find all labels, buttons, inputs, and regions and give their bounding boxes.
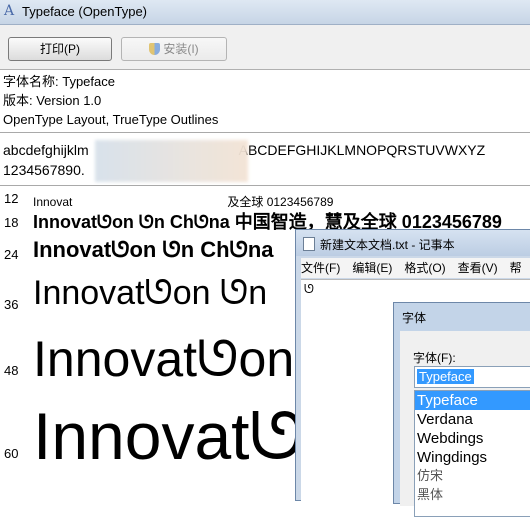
font-list[interactable]: Typeface Verdana Webdings Wingdings 仿宋 黑… xyxy=(414,390,530,517)
install-button-label: 安装(I) xyxy=(163,42,199,56)
shield-icon xyxy=(149,43,161,55)
sample-text-36: Innovatᘎon ᘎn xyxy=(33,274,268,312)
notepad-title-bar[interactable]: 新建文本文档.txt - 记事本 xyxy=(296,230,530,256)
divider xyxy=(0,132,530,133)
font-name: 字体名称: Typeface xyxy=(3,74,115,89)
size-label-36: 36 xyxy=(4,297,19,312)
notepad-title: 新建文本文档.txt - 记事本 xyxy=(320,238,455,252)
menu-format[interactable]: 格式(O) xyxy=(404,261,445,275)
sample-text-48: Innovatᘎon xyxy=(33,331,295,387)
title-bar: A Typeface (OpenType) xyxy=(0,0,530,25)
window-title: Typeface (OpenType) xyxy=(22,4,148,19)
font-name-input-value: Typeface xyxy=(417,369,474,384)
font-dialog: 字体 字体(F): Typeface Typeface Verdana Webd… xyxy=(393,302,530,517)
menu-view[interactable]: 查看(V) xyxy=(458,261,498,275)
notepad-menu-bar: 文件(F) 编辑(E) 格式(O) 查看(V) 帮 xyxy=(301,258,530,278)
font-name-input[interactable]: Typeface xyxy=(414,366,530,388)
notepad-content: ᘎ xyxy=(304,282,314,296)
menu-help[interactable]: 帮 xyxy=(510,261,522,275)
size-label-60: 60 xyxy=(4,446,19,461)
charset-lowercase: abcdefghijklm xyxy=(3,142,89,158)
font-list-item[interactable]: Typeface xyxy=(415,391,530,410)
font-info: 字体名称: Typeface 版本: Version 1.0 OpenType … xyxy=(3,72,218,129)
sample-text-24: Innovatᘎon ᘎn Chᘎna xyxy=(33,237,274,262)
size-label-48: 48 xyxy=(4,363,19,378)
toolbar: 打印(P) 安装(I) xyxy=(0,25,530,70)
sample-text-60: Innovatᘎ xyxy=(33,399,305,473)
font-type: OpenType Layout, TrueType Outlines xyxy=(3,112,219,127)
font-version: 版本: Version 1.0 xyxy=(3,93,102,108)
size-label-24: 24 xyxy=(4,247,19,262)
font-dialog-body: 字体(F): Typeface Typeface Verdana Webding… xyxy=(400,331,530,517)
font-list-item[interactable]: Verdana xyxy=(415,410,530,429)
font-list-item[interactable]: 黑体 xyxy=(415,486,530,505)
font-list-item[interactable]: Webdings xyxy=(415,429,530,448)
menu-edit[interactable]: 编辑(E) xyxy=(352,261,392,275)
font-list-item[interactable]: Wingdings xyxy=(415,448,530,467)
menu-file[interactable]: 文件(F) xyxy=(301,261,340,275)
divider xyxy=(0,185,530,186)
blurred-region xyxy=(95,140,248,182)
print-button[interactable]: 打印(P) xyxy=(8,37,112,61)
font-field-label: 字体(F): xyxy=(413,351,456,365)
font-dialog-title: 字体 xyxy=(402,311,427,325)
font-list-item[interactable]: 仿宋 xyxy=(415,467,530,486)
size-label-18: 18 xyxy=(4,215,19,230)
install-button[interactable]: 安装(I) xyxy=(121,37,227,61)
charset-uppercase: ABCDEFGHIJKLMNOPQRSTUVWXYZ xyxy=(238,142,486,158)
notepad-icon xyxy=(303,237,315,251)
size-label-12: 12 xyxy=(4,191,19,206)
font-a-icon: A xyxy=(4,3,15,19)
